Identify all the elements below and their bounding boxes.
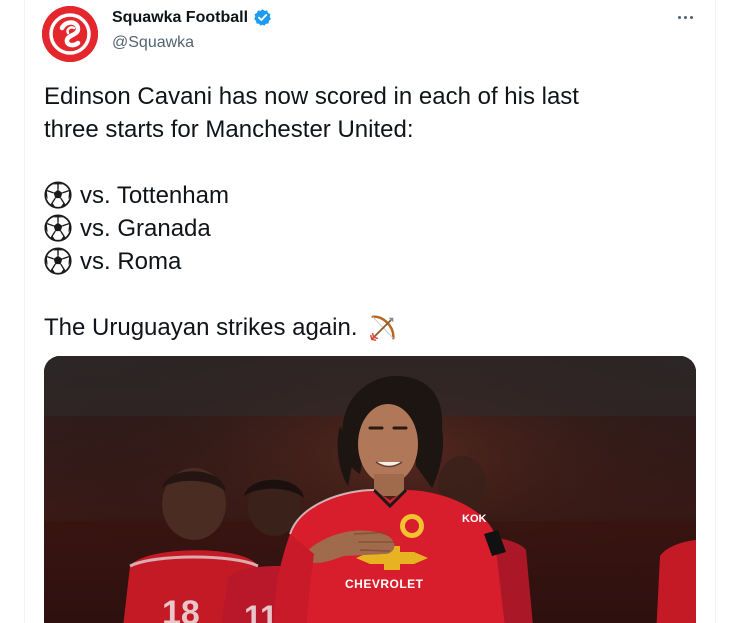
closing-line: The Uruguayan strikes again. [44,311,684,344]
svg-text:11: 11 [244,599,278,623]
closing-text: The Uruguayan strikes again. [44,314,358,341]
soccer-ball-icon [44,247,72,275]
svg-text:18: 18 [162,594,200,623]
more-dot-icon [677,15,681,19]
display-name[interactable]: Squawka Football [112,9,248,27]
match-opponent: vs. Tottenham [80,182,229,209]
soccer-ball-icon [44,181,72,209]
tweet-page: Squawka Football @Squawka Edinson Cavani… [0,0,750,623]
tweet-line-1: Edinson Cavani has now scored in each of… [44,83,579,110]
verified-badge-icon [254,9,271,26]
match-item: vs. Granada [44,212,684,245]
sponsor-label: CHEVROLET [345,577,424,591]
more-dot-icon [689,15,693,19]
author-name-row[interactable]: Squawka Football [112,8,272,27]
author-handle[interactable]: @Squawka [112,34,194,52]
match-opponent: vs. Roma [80,248,182,275]
avatar[interactable] [42,6,98,62]
kit-brand-label: KOK [462,513,487,525]
match-item: vs. Roma [44,245,684,278]
more-dot-icon [683,15,687,19]
tweet-media-image[interactable]: 18 11 9 [44,356,696,623]
more-options-button[interactable] [672,6,698,28]
match-opponent: vs. Granada [80,215,211,242]
soccer-ball-icon [44,214,72,242]
squawka-logo-icon [42,6,98,62]
tweet-text: Edinson Cavani has now scored in each of… [44,80,684,344]
cavani-celebration-photo: 18 11 9 [44,356,696,623]
match-item: vs. Tottenham [44,179,684,212]
bow-and-arrow-icon [369,315,395,341]
tweet-line-2: three starts for Manchester United: [44,116,414,143]
